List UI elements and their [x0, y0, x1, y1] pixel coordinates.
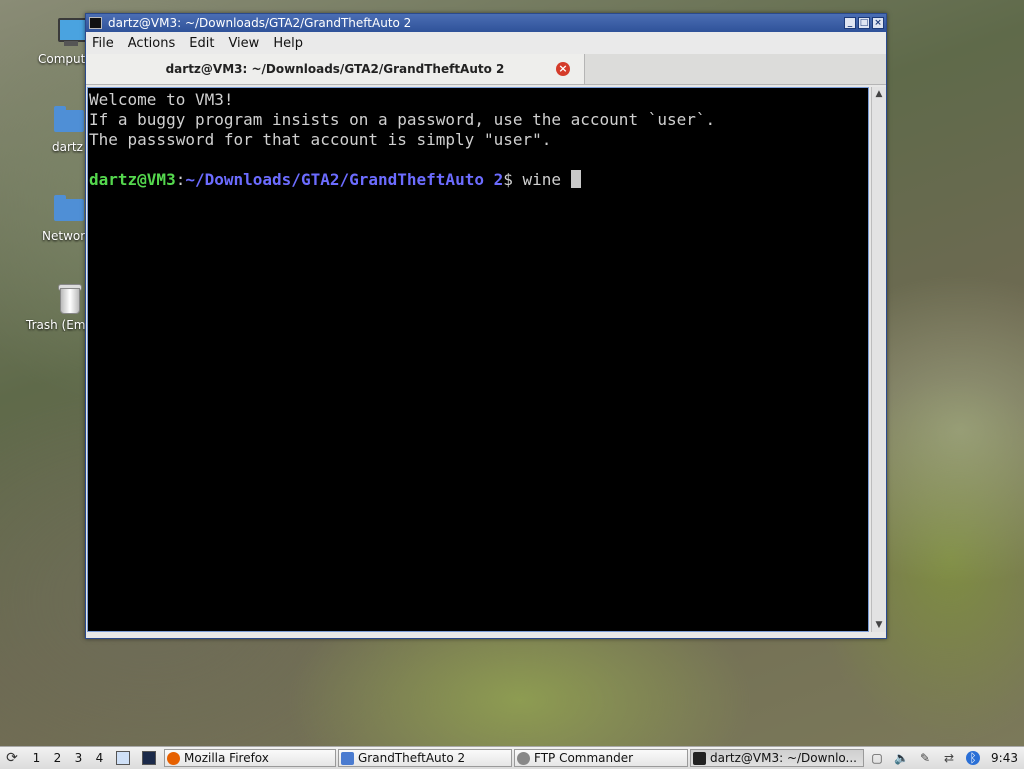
terminal-line: The passsword for that account is simply…: [89, 130, 552, 149]
trash-icon: [52, 282, 86, 314]
prompt-separator: :: [175, 170, 186, 189]
text-cursor: [570, 170, 581, 188]
notes-icon[interactable]: ✎: [918, 751, 932, 765]
ftp-icon: [517, 751, 530, 765]
terminal-app-icon[interactable]: [89, 17, 102, 29]
terminal-line: If a buggy program insists on a password…: [89, 110, 716, 129]
scroll-up-icon[interactable]: ▲: [874, 88, 884, 100]
system-tray: ▢ 🔈 ✎ ⇄ ᛒ 9:43: [865, 751, 1024, 765]
window-title: dartz@VM3: ~/Downloads/GTA2/GrandTheftAu…: [108, 16, 412, 30]
task-terminal[interactable]: dartz@VM3: ~/Downlo...: [690, 749, 864, 767]
menu-help[interactable]: Help: [273, 36, 303, 51]
menu-edit[interactable]: Edit: [189, 36, 214, 51]
minimize-button[interactable]: _: [844, 17, 856, 29]
home-folder-icon: [52, 104, 86, 136]
task-label: FTP Commander: [534, 751, 634, 765]
workspace-2[interactable]: 2: [47, 751, 68, 765]
network-icon[interactable]: ⇄: [942, 751, 956, 765]
bluetooth-icon[interactable]: ᛒ: [966, 751, 981, 765]
menubar: File Actions Edit View Help: [86, 32, 886, 54]
window-titlebar[interactable]: dartz@VM3: ~/Downloads/GTA2/GrandTheftAu…: [86, 14, 886, 32]
terminal-prompt-line: dartz@VM3:~/Downloads/GTA2/GrandTheftAut…: [89, 170, 868, 190]
task-label: dartz@VM3: ~/Downlo...: [710, 751, 857, 765]
prompt-path: ~/Downloads/GTA2/GrandTheftAuto 2: [185, 170, 504, 189]
tab-close-icon[interactable]: ×: [556, 62, 570, 76]
terminal-scrollbar[interactable]: ▲ ▼: [871, 87, 886, 632]
network-folder-icon: [52, 193, 86, 225]
task-firefox[interactable]: Mozilla Firefox: [164, 749, 336, 767]
taskbar: ⟳ 1 2 3 4 Mozilla Firefox GrandTheftAuto…: [0, 746, 1024, 769]
task-grandtheftauto-folder[interactable]: GrandTheftAuto 2: [338, 749, 512, 767]
tab-bar: dartz@VM3: ~/Downloads/GTA2/GrandTheftAu…: [86, 54, 886, 85]
tab-label: dartz@VM3: ~/Downloads/GTA2/GrandTheftAu…: [165, 62, 505, 76]
task-ftp-commander[interactable]: FTP Commander: [514, 749, 688, 767]
start-menu-icon[interactable]: ⟳: [4, 750, 20, 766]
firefox-icon: [167, 751, 180, 765]
scroll-down-icon[interactable]: ▼: [874, 619, 884, 631]
close-button[interactable]: ×: [872, 17, 884, 29]
prompt-symbol: $: [503, 170, 523, 189]
show-desktop-icon[interactable]: [142, 751, 156, 765]
terminal-window: dartz@VM3: ~/Downloads/GTA2/GrandTheftAu…: [85, 13, 887, 639]
workspace-4[interactable]: 4: [89, 751, 110, 765]
terminal-icon: [693, 751, 706, 765]
prompt-user-host: dartz@VM3: [89, 170, 176, 189]
folder-icon: [341, 751, 354, 765]
clock[interactable]: 9:43: [991, 751, 1018, 765]
menu-file[interactable]: File: [92, 36, 114, 51]
menu-actions[interactable]: Actions: [128, 36, 176, 51]
computer-icon: [54, 16, 88, 48]
task-label: GrandTheftAuto 2: [358, 751, 466, 765]
terminal-line: Welcome to VM3!: [89, 90, 234, 109]
maximize-button[interactable]: □: [858, 17, 870, 29]
clipboard-icon[interactable]: ▢: [870, 751, 884, 765]
menu-view[interactable]: View: [228, 36, 259, 51]
command-input[interactable]: wine: [523, 170, 571, 189]
workspace-3[interactable]: 3: [68, 751, 89, 765]
task-label: Mozilla Firefox: [184, 751, 269, 765]
file-manager-launcher-icon[interactable]: [116, 751, 130, 765]
volume-icon[interactable]: 🔈: [894, 751, 909, 765]
tab-terminal[interactable]: dartz@VM3: ~/Downloads/GTA2/GrandTheftAu…: [86, 54, 585, 84]
workspace-1[interactable]: 1: [26, 751, 47, 765]
terminal-output[interactable]: Welcome to VM3! If a buggy program insis…: [87, 87, 869, 632]
